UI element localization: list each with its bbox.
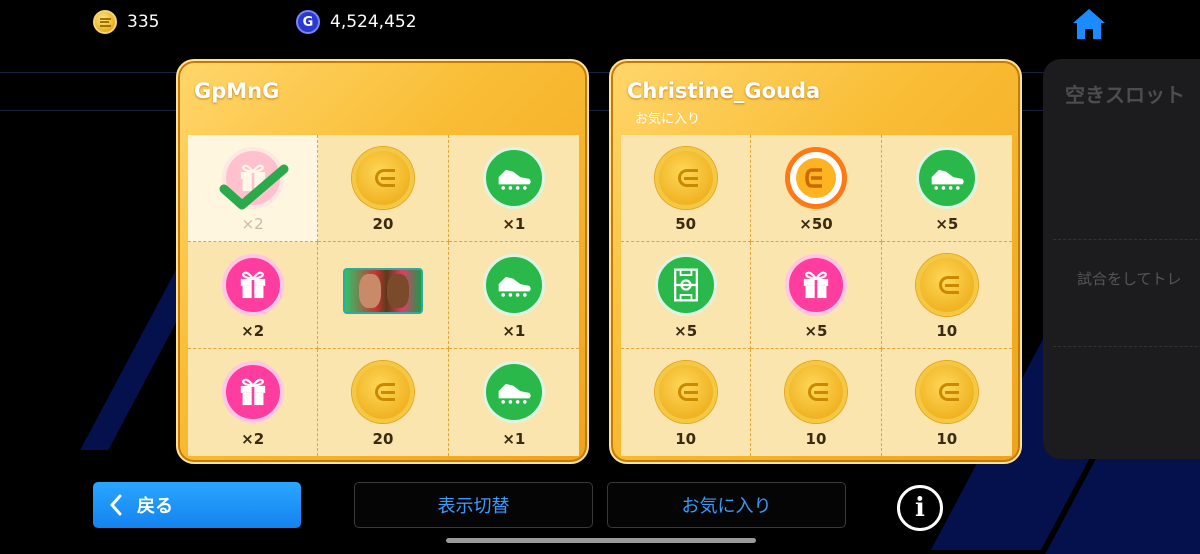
- coin-icon: [784, 361, 847, 423]
- coin-amount: 335: [127, 12, 160, 32]
- toggle-view-label: 表示切替: [437, 496, 510, 517]
- reward-grid: 50 ×50 ×5 ×5 ×5 10 10 10 10: [621, 135, 1012, 456]
- coin-icon: [654, 361, 717, 423]
- reward-quantity: 20: [372, 215, 394, 233]
- reward-quantity: ×1: [502, 322, 526, 340]
- reward-cell[interactable]: 20: [318, 135, 449, 242]
- reward-quantity: 50: [675, 215, 697, 233]
- coin-icon: [93, 10, 117, 34]
- reward-quantity: ×5: [804, 322, 828, 340]
- reward-quantity: ×5: [935, 215, 959, 233]
- reward-quantity: 10: [805, 430, 827, 448]
- reward-quantity: ×1: [502, 430, 526, 448]
- reward-cell[interactable]: 10: [881, 242, 1012, 349]
- reward-quantity: ×1: [502, 215, 526, 233]
- reward-cell[interactable]: ×5: [751, 242, 882, 349]
- reward-cell[interactable]: 50: [621, 135, 752, 242]
- coin-icon: [654, 147, 717, 209]
- reward-cell[interactable]: 10: [621, 349, 752, 456]
- coin-icon: [351, 147, 414, 209]
- reward-cell[interactable]: ×1: [449, 349, 579, 456]
- reward-quantity: ×2: [241, 215, 264, 233]
- favorites-button[interactable]: お気に入り: [607, 482, 846, 528]
- reward-quantity: 10: [936, 322, 958, 340]
- coin-icon: [915, 254, 978, 316]
- reward-cell[interactable]: 10: [751, 349, 882, 456]
- gp-amount: 4,524,452: [330, 12, 417, 32]
- reward-cell[interactable]: ×1: [448, 242, 579, 349]
- reward-quantity: ×2: [241, 322, 265, 340]
- divider: [1053, 346, 1200, 347]
- reward-cell[interactable]: [318, 242, 449, 349]
- reward-cell[interactable]: ×2: [188, 349, 319, 456]
- gift-icon: [221, 254, 284, 316]
- reward-quantity: ×50: [799, 215, 833, 233]
- reward-quantity: ×5: [674, 322, 698, 340]
- reward-cell[interactable]: ×5: [881, 135, 1012, 242]
- reward-cell[interactable]: ×1: [448, 135, 579, 242]
- boot-icon: [482, 361, 545, 423]
- reward-card-2[interactable]: Christine_Gouda お気に入り 50 ×50 ×5 ×5 ×5 10 10 10 1…: [609, 59, 1022, 464]
- coin-balance: 335: [93, 10, 159, 34]
- card-title: Christine_Gouda: [627, 79, 821, 103]
- info-icon[interactable]: i: [897, 485, 943, 531]
- reward-card-1[interactable]: GpMnG ×2 20 ×1 ×2 ×1 ×2 20 ×1: [176, 59, 589, 464]
- favorites-label: お気に入り: [681, 496, 772, 517]
- checkmark-icon: [219, 164, 289, 210]
- ecoin-icon: [784, 147, 847, 209]
- reward-grid: ×2 20 ×1 ×2 ×1 ×2 20 ×1: [188, 135, 579, 456]
- boot-icon: [482, 147, 545, 209]
- reward-quantity: ×2: [241, 430, 265, 448]
- gp-icon: G: [296, 10, 320, 34]
- reward-cell[interactable]: ×2: [188, 135, 319, 242]
- chevron-left-icon: [109, 494, 122, 516]
- home-indicator: [446, 538, 756, 543]
- pitch-icon: [654, 254, 717, 316]
- empty-slot-title: 空きスロット: [1065, 83, 1185, 107]
- back-button[interactable]: 戻る: [93, 482, 301, 528]
- gp-balance: G 4,524,452: [296, 10, 417, 34]
- reward-quantity: 10: [936, 430, 958, 448]
- gift-icon: [221, 361, 284, 423]
- divider: [1053, 239, 1200, 240]
- coin-icon: [351, 361, 414, 423]
- empty-slot-message: 試合をしてトレ: [1077, 270, 1182, 288]
- reward-cell[interactable]: 10: [882, 349, 1012, 456]
- home-icon[interactable]: [1070, 6, 1108, 42]
- player-card-icon: [342, 268, 423, 314]
- reward-quantity: 20: [372, 430, 394, 448]
- reward-cell[interactable]: ×5: [621, 242, 752, 349]
- boot-icon: [915, 147, 978, 209]
- empty-slot-card[interactable]: 空きスロット 試合をしてトレ: [1043, 59, 1200, 459]
- gift-icon: [784, 254, 847, 316]
- toggle-view-button[interactable]: 表示切替: [354, 482, 593, 528]
- boot-icon: [482, 254, 545, 316]
- reward-cell[interactable]: ×50: [751, 135, 882, 242]
- reward-quantity: 10: [675, 430, 697, 448]
- favorite-label: お気に入り: [635, 112, 701, 127]
- card-title: GpMnG: [194, 79, 280, 103]
- back-button-label: 戻る: [137, 496, 173, 517]
- reward-cell[interactable]: ×2: [188, 242, 319, 349]
- coin-icon: [915, 361, 978, 423]
- reward-cell[interactable]: 20: [318, 349, 449, 456]
